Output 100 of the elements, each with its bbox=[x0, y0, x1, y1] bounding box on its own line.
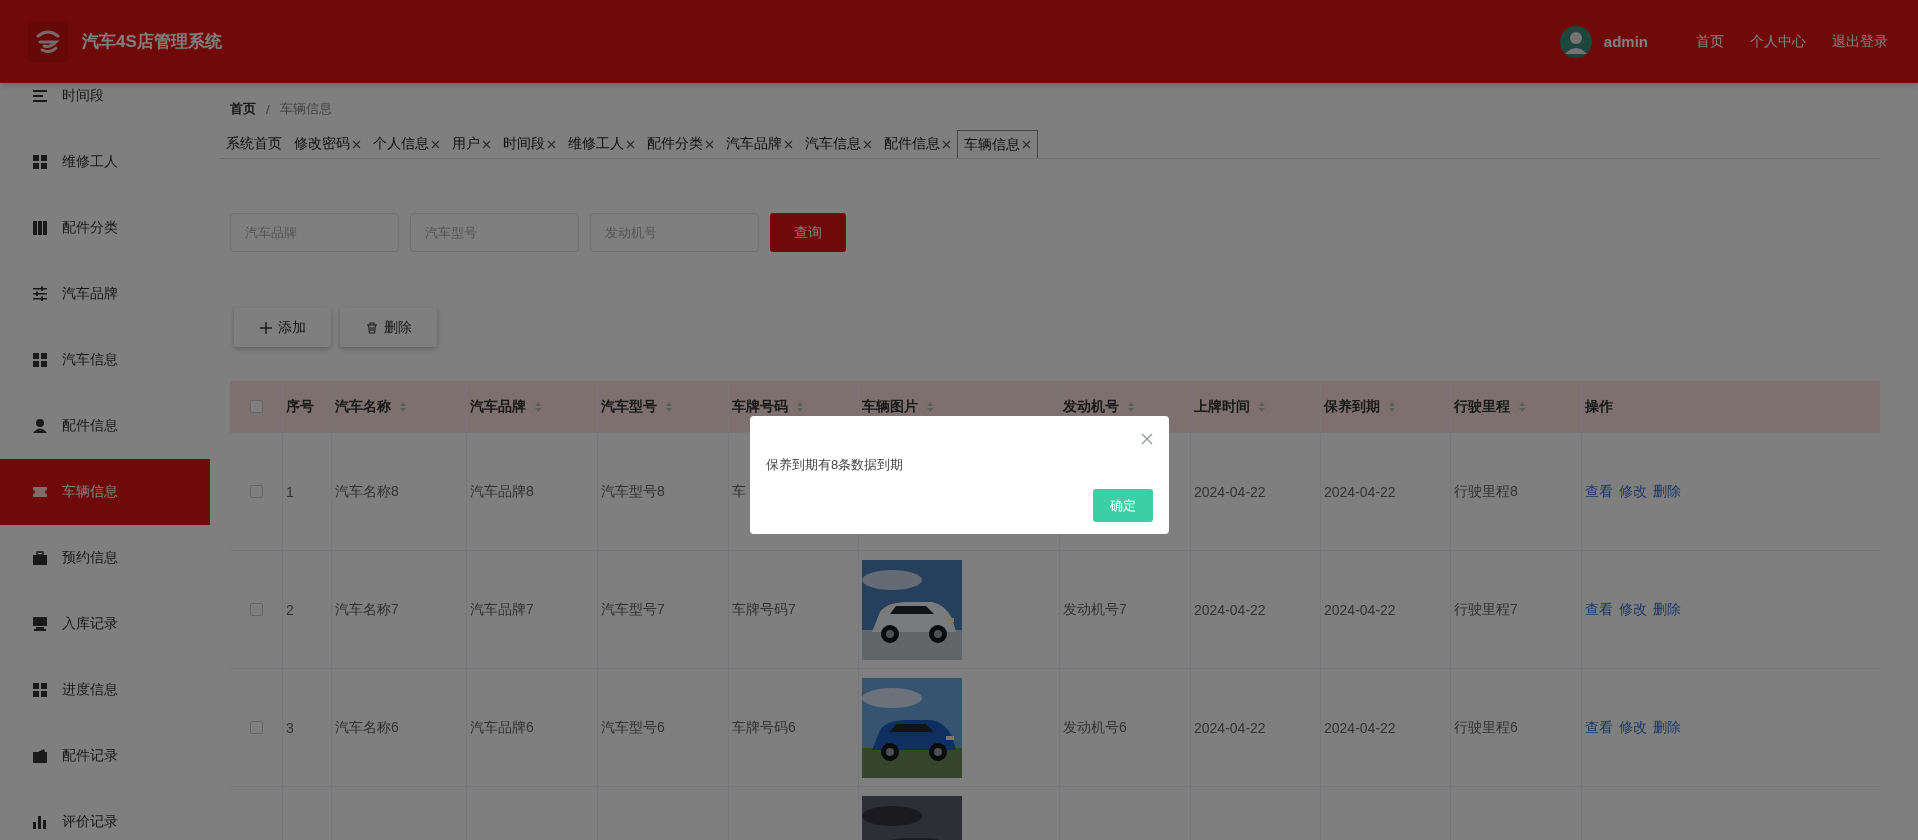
dialog-message: 保养到期有8条数据到期 bbox=[766, 456, 905, 474]
column-header[interactable]: 上牌时间 bbox=[1194, 397, 1250, 416]
column-header[interactable]: 发动机号 bbox=[1063, 397, 1119, 416]
column-header: 操作 bbox=[1585, 397, 1613, 416]
table-cell: 汽车品牌8 bbox=[470, 482, 534, 501]
table-cell: 汽车型号7 bbox=[601, 600, 665, 619]
list-icon bbox=[32, 88, 48, 104]
sidebar-item[interactable]: 维修工人 bbox=[0, 129, 210, 195]
table-cell: 车牌号码7 bbox=[732, 600, 796, 619]
tab[interactable]: 系统首页 bbox=[220, 130, 288, 158]
sidebar-item[interactable]: 入库记录 bbox=[0, 591, 210, 657]
column-header: 序号 bbox=[286, 397, 314, 416]
close-icon bbox=[1141, 433, 1153, 445]
breadcrumb-item: 车辆信息 bbox=[279, 100, 332, 118]
table-cell: 2024-04-22 bbox=[1324, 601, 1396, 618]
search-button[interactable]: 查询 bbox=[770, 213, 846, 252]
tab[interactable]: 用户 bbox=[446, 130, 497, 158]
sidebar-item[interactable]: 进度信息 bbox=[0, 657, 210, 723]
action-link[interactable]: 删除 bbox=[1653, 600, 1681, 619]
table-cell: 2024-04-22 bbox=[1194, 719, 1266, 736]
tab[interactable]: 汽车信息 bbox=[799, 130, 878, 158]
table-cell: 汽车名称6 bbox=[335, 718, 399, 737]
avatar-icon bbox=[1559, 25, 1592, 58]
column-header[interactable]: 汽车名称 bbox=[335, 397, 391, 416]
sliders-icon bbox=[32, 286, 48, 302]
sidebar-item[interactable]: 评价记录 bbox=[0, 789, 210, 840]
table-cell: 3 bbox=[286, 719, 294, 736]
column-header[interactable]: 汽车型号 bbox=[601, 397, 657, 416]
table-cell: 2024-04-22 bbox=[1194, 601, 1266, 618]
column-header[interactable]: 行驶里程 bbox=[1454, 397, 1510, 416]
trash-icon bbox=[365, 321, 378, 334]
sidebar-item[interactable]: 配件信息 bbox=[0, 393, 210, 459]
action-link[interactable]: 查看 bbox=[1585, 482, 1613, 501]
logo-icon bbox=[28, 21, 68, 62]
table-cell: 汽车品牌7 bbox=[470, 600, 534, 619]
column-header[interactable]: 保养到期 bbox=[1324, 397, 1380, 416]
checkbox[interactable] bbox=[249, 721, 263, 734]
user-icon bbox=[32, 418, 48, 434]
table-cell: 行驶里程8 bbox=[1454, 482, 1518, 501]
checkbox[interactable] bbox=[249, 485, 263, 498]
sidebar-item[interactable]: 汽车信息 bbox=[0, 327, 210, 393]
table-cell: 发动机号7 bbox=[1063, 600, 1127, 619]
column-header[interactable]: 车牌号码 bbox=[732, 397, 788, 416]
table-cell: 发动机号6 bbox=[1063, 718, 1127, 737]
sidebar-item[interactable]: 配件记录 bbox=[0, 723, 210, 789]
grid-icon bbox=[32, 352, 48, 368]
action-link[interactable]: 修改 bbox=[1619, 482, 1647, 501]
table-cell: 汽车型号6 bbox=[601, 718, 665, 737]
action-link[interactable]: 修改 bbox=[1619, 600, 1647, 619]
checkbox[interactable] bbox=[249, 400, 263, 413]
plus-icon bbox=[259, 321, 272, 334]
ticket-icon bbox=[32, 484, 48, 500]
table-cell: 汽车品牌6 bbox=[470, 718, 534, 737]
table-cell: 2024-04-22 bbox=[1324, 483, 1396, 500]
tab[interactable]: 车辆信息 bbox=[957, 130, 1038, 158]
sidebar-item[interactable]: 汽车品牌 bbox=[0, 261, 210, 327]
tab[interactable]: 配件信息 bbox=[878, 130, 957, 158]
grid-icon bbox=[32, 682, 48, 698]
table-cell: 2024-04-22 bbox=[1194, 483, 1266, 500]
app-title: 汽车4S店管理系统 bbox=[82, 31, 222, 53]
tab[interactable]: 汽车品牌 bbox=[720, 130, 799, 158]
tab[interactable]: 个人信息 bbox=[367, 130, 446, 158]
table-cell: 汽车名称7 bbox=[335, 600, 399, 619]
sidebar-item[interactable]: 车辆信息 bbox=[0, 459, 210, 525]
monitor-icon bbox=[32, 616, 48, 632]
grid-icon bbox=[32, 154, 48, 170]
delete-button[interactable]: 删除 bbox=[340, 308, 437, 347]
sidebar-item[interactable]: 配件分类 bbox=[0, 195, 210, 261]
table-cell: 2 bbox=[286, 601, 294, 618]
tab[interactable]: 维修工人 bbox=[562, 130, 641, 158]
tab[interactable]: 修改密码 bbox=[288, 130, 367, 158]
action-link[interactable]: 修改 bbox=[1619, 718, 1647, 737]
breadcrumb-separator: / bbox=[266, 101, 270, 117]
table-cell: 行驶里程6 bbox=[1454, 718, 1518, 737]
header-link[interactable]: 首页 bbox=[1696, 32, 1724, 51]
user-name: admin bbox=[1603, 33, 1648, 50]
table-cell: 行驶里程7 bbox=[1454, 600, 1518, 619]
column-header[interactable]: 汽车品牌 bbox=[470, 397, 526, 416]
add-button[interactable]: 添加 bbox=[234, 308, 331, 347]
bars-icon bbox=[32, 220, 48, 236]
briefcase-icon bbox=[32, 550, 48, 566]
checkbox[interactable] bbox=[249, 603, 263, 616]
tab[interactable]: 配件分类 bbox=[641, 130, 720, 158]
sidebar-item[interactable]: 预约信息 bbox=[0, 525, 210, 591]
bar-chart-icon bbox=[32, 814, 48, 830]
table-cell: 2024-04-22 bbox=[1324, 719, 1396, 736]
action-link[interactable]: 查看 bbox=[1585, 600, 1613, 619]
action-link[interactable]: 删除 bbox=[1653, 718, 1681, 737]
action-link[interactable]: 删除 bbox=[1653, 482, 1681, 501]
action-link[interactable]: 查看 bbox=[1585, 718, 1613, 737]
column-header[interactable]: 车辆图片 bbox=[862, 397, 918, 416]
header-link[interactable]: 退出登录 bbox=[1832, 32, 1888, 51]
wallet-icon bbox=[32, 748, 48, 764]
table-cell: 车 bbox=[732, 482, 746, 501]
header-link[interactable]: 个人中心 bbox=[1750, 32, 1806, 51]
table-cell: 1 bbox=[286, 483, 294, 500]
breadcrumb-item[interactable]: 首页 bbox=[230, 100, 256, 118]
table-cell: 汽车型号8 bbox=[601, 482, 665, 501]
table-cell: 车牌号码6 bbox=[732, 718, 796, 737]
tab[interactable]: 时间段 bbox=[497, 130, 562, 158]
